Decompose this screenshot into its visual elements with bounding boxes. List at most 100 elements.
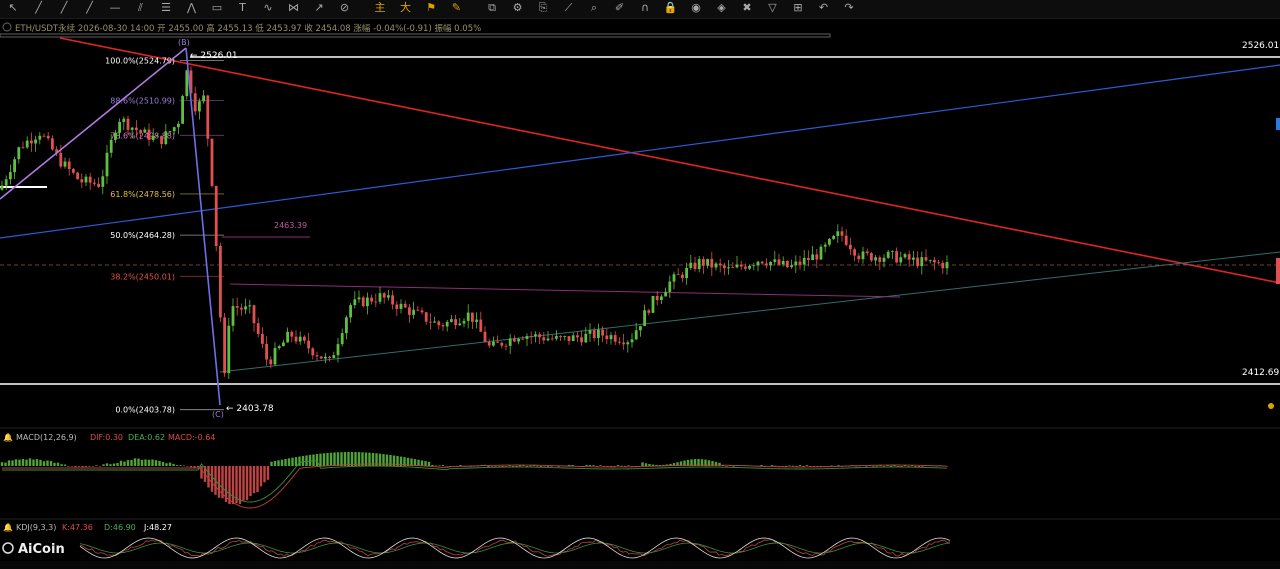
candle-body <box>790 265 793 268</box>
macd-bar <box>588 465 592 466</box>
candle-body <box>815 254 819 260</box>
candle-body <box>294 336 298 342</box>
measure-icon[interactable]: ⟋ <box>562 1 576 15</box>
candle-body <box>248 305 252 307</box>
wave-label-c: (C) <box>212 410 224 419</box>
candle-body <box>114 132 117 140</box>
candle-body <box>798 261 802 265</box>
undo-icon[interactable]: ↶ <box>817 1 831 15</box>
macd-bar <box>298 456 301 466</box>
magnet-icon[interactable]: ∩ <box>638 1 652 15</box>
teal-support-line[interactable] <box>219 251 1280 373</box>
candle-body <box>370 297 373 302</box>
macd-dif-line <box>2 463 948 509</box>
big-trade-icon[interactable]: 大 <box>399 1 413 15</box>
candle-body <box>546 338 550 341</box>
macd-bar <box>193 466 196 468</box>
macd-bar <box>504 466 508 467</box>
macd-bar <box>424 461 427 466</box>
candle-body <box>126 118 130 130</box>
ray-icon[interactable]: ╱ <box>57 1 71 15</box>
macd-bar <box>70 466 74 467</box>
candle-body <box>303 336 306 341</box>
candle-body <box>559 336 562 338</box>
redo-icon[interactable]: ↷ <box>842 1 856 15</box>
gann-icon[interactable]: ⋈ <box>287 1 301 15</box>
kdj-j: J:48.27 <box>143 523 172 532</box>
macd-bar <box>217 466 221 498</box>
candle-body <box>76 172 79 180</box>
wave-line-a-b[interactable] <box>0 47 187 200</box>
macd-bar <box>270 461 273 466</box>
rectangle-icon[interactable]: ▭ <box>210 1 224 15</box>
candle-body <box>235 306 239 308</box>
candle-body <box>643 310 646 327</box>
fibonacci-retracement[interactable]: 100.0%(2524.79)88.6%(2510.99)78.6%(2498.… <box>105 57 224 415</box>
extended-line-icon[interactable]: ╱ <box>83 1 97 15</box>
bell-icon-2[interactable]: 🔔 <box>3 523 13 532</box>
candle-body <box>227 325 231 374</box>
macd-bar <box>798 465 802 466</box>
candle-body <box>525 336 529 339</box>
macd-bar <box>81 466 84 468</box>
eye-icon[interactable]: ◉ <box>689 1 703 15</box>
candle-body <box>592 330 596 339</box>
candle-body <box>349 305 352 318</box>
candle-body <box>580 337 583 343</box>
layout-icon[interactable]: ⧉ <box>485 1 499 15</box>
candle-body <box>748 265 751 269</box>
bell-icon[interactable]: 🔔 <box>3 433 13 442</box>
parallel-channel-icon[interactable]: ⫽ <box>134 1 148 15</box>
candle-body <box>172 127 176 132</box>
macd-bar <box>245 466 249 501</box>
info-scrollbar[interactable] <box>0 33 831 38</box>
brush-icon[interactable]: ✐ <box>613 1 627 15</box>
candle-body <box>387 295 390 298</box>
candle-body <box>353 299 357 306</box>
filter-icon[interactable]: ▽ <box>766 1 780 15</box>
candle-body <box>920 257 924 267</box>
macd-bar <box>308 454 312 466</box>
price-chart[interactable]: ETH/USDT永续 2026-08-30 14:00 开 2455.00 高 … <box>0 19 1280 569</box>
red-trendline[interactable] <box>59 37 1280 284</box>
delete-icon[interactable]: ✖ <box>740 1 754 15</box>
fibonacci-icon[interactable]: ☰ <box>159 1 173 15</box>
candle-body <box>542 337 546 341</box>
signal-icon[interactable]: ⚑ <box>424 1 438 15</box>
alert-icon[interactable]: ◈ <box>715 1 729 15</box>
ruler-icon[interactable]: ⊘ <box>338 1 352 15</box>
macd-bar <box>105 463 109 466</box>
pink-trendline[interactable] <box>229 283 901 298</box>
macd-bar <box>511 465 515 467</box>
horizontal-line-icon[interactable]: — <box>108 1 122 15</box>
cursor-icon[interactable]: ↖ <box>6 1 20 15</box>
candle-body <box>109 139 113 153</box>
candle-body <box>513 338 516 342</box>
macd-bar <box>60 464 63 466</box>
text-icon[interactable]: T <box>236 1 250 15</box>
arrow-icon[interactable]: ↗ <box>312 1 326 15</box>
zoom-icon[interactable]: ⌕ <box>587 1 601 15</box>
hide-icon[interactable]: ⊞ <box>791 1 805 15</box>
macd-bar <box>95 465 98 466</box>
candle-body <box>760 261 764 264</box>
time-axis <box>0 561 1280 569</box>
candle-body <box>945 262 949 269</box>
candle-body <box>30 140 33 144</box>
macd-bar <box>445 466 448 467</box>
trend-line-icon[interactable]: ╱ <box>32 1 46 15</box>
alert-dot-icon[interactable] <box>1268 403 1274 409</box>
macd-bar <box>231 466 235 504</box>
magnet-draw-icon[interactable]: ✎ <box>450 1 464 15</box>
mid-level-label: 2463.39 <box>274 221 307 230</box>
elliott-wave-icon[interactable]: ∿ <box>261 1 275 15</box>
candle-body <box>819 246 823 260</box>
candle-body <box>903 254 907 258</box>
settings-icon[interactable]: ⚙ <box>511 1 525 15</box>
main-indicator-icon[interactable]: 主 <box>373 1 387 15</box>
copy-icon[interactable]: ⎘ <box>536 1 550 15</box>
pattern-icon[interactable]: ⋀ <box>185 1 199 15</box>
lock-icon[interactable]: 🔒 <box>664 1 678 15</box>
candle-body <box>273 348 277 365</box>
macd-bar <box>907 466 910 467</box>
